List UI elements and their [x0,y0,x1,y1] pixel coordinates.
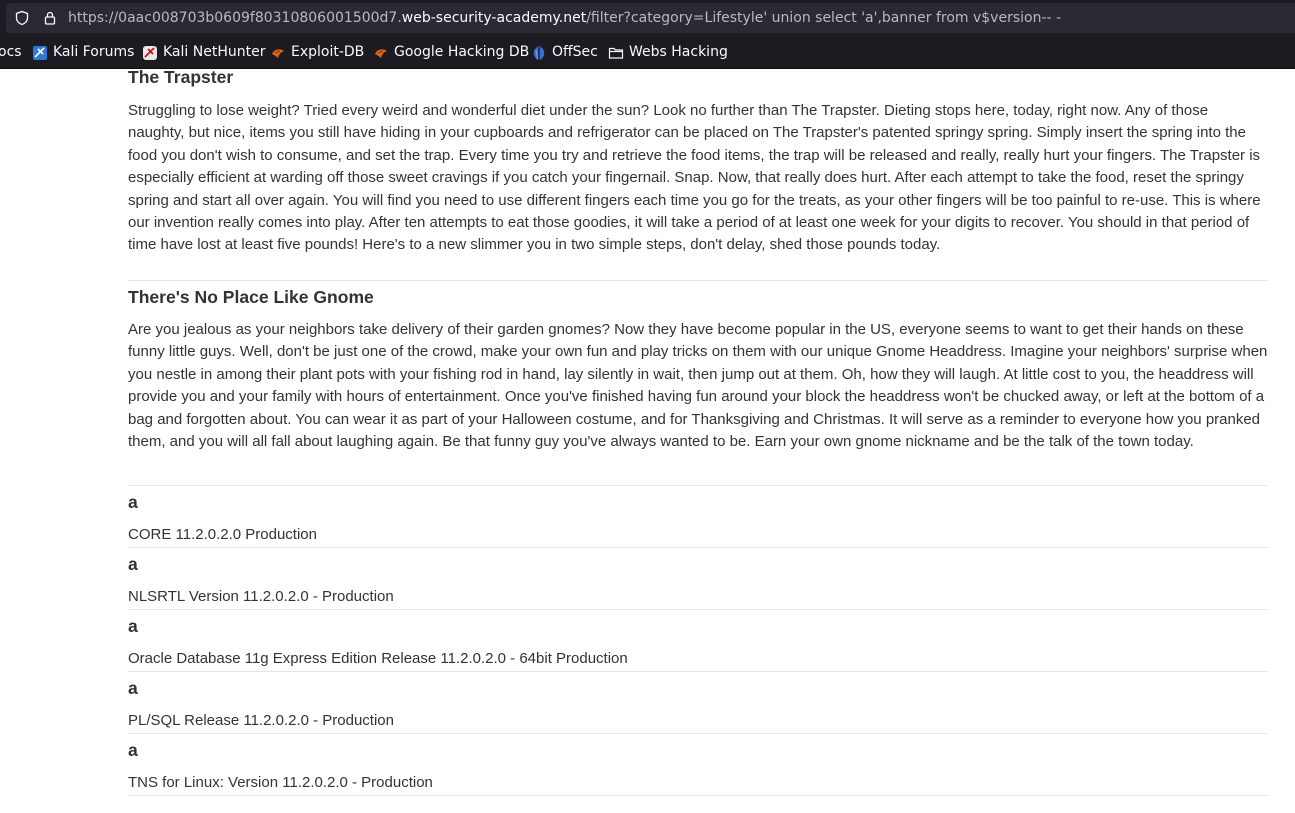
post-title: The Trapster [128,67,234,87]
folder-icon [608,47,624,59]
post-title: There's No Place Like Gnome [128,287,374,307]
bookmark-label: Kali Forums [53,44,135,60]
result-row: a PL/SQL Release 11.2.0.2.0 - Production [128,672,1268,734]
result-row: a NLSRTL Version 11.2.0.2.0 - Production [128,548,1268,610]
bookmark-label: Kali NetHunter [163,44,266,60]
bookmark-folder-webs-hacking[interactable]: Webs Hacking [608,44,728,61]
browser-toolbar: https://0aac008703b0609f80310806001500d7… [0,0,1295,36]
blog-post: The Trapster Struggling to lose weight? … [128,67,1268,281]
bookmark-kali-nethunter[interactable]: Kali NetHunter [142,44,265,61]
google-hacking-db-icon [375,48,387,58]
bookmark-label: Google Hacking DB [394,44,530,60]
post-body: Are you jealous as your neighbors take d… [128,321,1268,451]
url-domain: web-security-academy.net [401,10,587,26]
url-path: /filter?category=Lifestyle' union select… [586,10,1062,26]
url-prefix: https://0aac008703b0609f80310806001500d7… [68,10,402,26]
result-banner: Oracle Database 11g Express Edition Rele… [128,650,628,667]
address-bar[interactable]: https://0aac008703b0609f80310806001500d7… [6,3,1295,33]
bookmarks-toolbar: ocs Kali Forums Kali NetHunter Exploit-D… [0,36,1295,69]
bookmark-google-hacking-db[interactable]: Google Hacking DB [373,44,529,61]
bookmark-docs[interactable]: ocs [0,44,22,61]
offsec-icon [533,45,545,60]
result-title: a [128,740,138,760]
kali-nethunter-icon [143,45,157,60]
bookmark-offsec[interactable]: OffSec [531,44,598,61]
result-banner: PL/SQL Release 11.2.0.2.0 - Production [128,712,394,729]
bookmark-label: Exploit-DB [291,44,365,60]
results-list: The Trapster Struggling to lose weight? … [128,67,1268,796]
bookmark-exploit-db[interactable]: Exploit-DB [270,44,364,61]
lock-icon[interactable] [42,10,58,26]
bookmark-label: Webs Hacking [629,44,728,60]
bookmark-label: OffSec [552,44,598,60]
url-text[interactable]: https://0aac008703b0609f80310806001500d7… [68,9,1061,27]
result-row: a TNS for Linux: Version 11.2.0.2.0 - Pr… [128,734,1268,796]
bookmark-label: ocs [0,44,22,60]
kali-forums-icon [33,45,47,60]
result-row: a Oracle Database 11g Express Edition Re… [128,610,1268,672]
result-title: a [128,616,138,636]
result-row: a CORE 11.2.0.2.0 Production [128,486,1268,548]
result-banner: NLSRTL Version 11.2.0.2.0 - Production [128,588,394,605]
post-body: Struggling to lose weight? Tried every w… [128,102,1261,254]
bookmark-kali-forums[interactable]: Kali Forums [32,44,134,61]
result-title: a [128,492,138,512]
result-title: a [128,678,138,698]
result-banner: TNS for Linux: Version 11.2.0.2.0 - Prod… [128,774,433,791]
exploit-db-icon [272,48,284,58]
result-title: a [128,554,138,574]
result-banner: CORE 11.2.0.2.0 Production [128,526,317,543]
shield-icon[interactable] [14,10,30,26]
blog-post: There's No Place Like Gnome Are you jeal… [128,281,1268,486]
